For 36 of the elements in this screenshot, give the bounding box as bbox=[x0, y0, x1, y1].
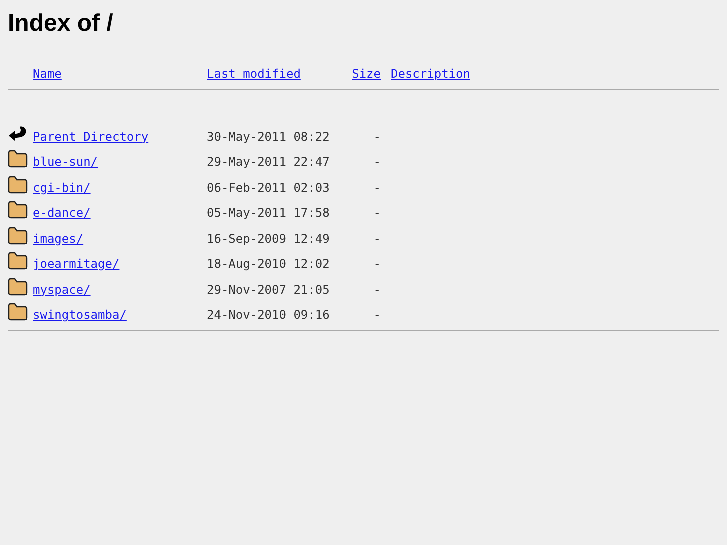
description-column-link[interactable]: Description bbox=[391, 67, 719, 81]
directory-link[interactable]: e-dance/ bbox=[33, 206, 207, 220]
file-size: - bbox=[372, 282, 382, 296]
folder-icon bbox=[8, 278, 28, 296]
folder-icon bbox=[8, 201, 28, 219]
last-modified-column-link[interactable]: Last modified bbox=[207, 67, 327, 81]
size-column-link[interactable]: Size bbox=[352, 67, 381, 81]
folder-icon bbox=[8, 176, 28, 194]
name-column-link[interactable]: Name bbox=[33, 67, 207, 81]
file-size: - bbox=[372, 232, 382, 246]
file-size: - bbox=[372, 257, 382, 271]
folder-icon bbox=[8, 150, 28, 168]
directory-link[interactable]: swingtosamba/ bbox=[33, 308, 207, 322]
file-size: - bbox=[372, 155, 382, 169]
page-title: Index of / bbox=[8, 9, 114, 39]
modified-date: 18-Aug-2010 12:02 bbox=[207, 257, 327, 271]
modified-date: 16-Sep-2009 12:49 bbox=[207, 232, 327, 246]
directory-link[interactable]: Parent Directory bbox=[33, 130, 207, 144]
modified-date: 06-Feb-2011 02:03 bbox=[207, 180, 327, 194]
directory-link[interactable]: blue-sun/ bbox=[33, 155, 207, 169]
modified-date: 29-May-2011 22:47 bbox=[207, 155, 327, 169]
directory-link[interactable]: myspace/ bbox=[33, 282, 207, 296]
file-size: - bbox=[372, 130, 382, 144]
folder-icon bbox=[8, 303, 28, 321]
folder-icon bbox=[8, 252, 28, 270]
modified-date: 29-Nov-2007 21:05 bbox=[207, 282, 327, 296]
file-size: - bbox=[372, 206, 382, 220]
modified-date: 24-Nov-2010 09:16 bbox=[207, 308, 327, 322]
directory-link[interactable]: images/ bbox=[33, 232, 207, 246]
modified-date: 30-May-2011 08:22 bbox=[207, 130, 327, 144]
folder-icon bbox=[8, 226, 28, 244]
file-size: - bbox=[372, 308, 382, 322]
directory-link[interactable]: joearmitage/ bbox=[33, 257, 207, 271]
directory-link[interactable]: cgi-bin/ bbox=[33, 180, 207, 194]
modified-date: 05-May-2011 17:58 bbox=[207, 206, 327, 220]
file-size: - bbox=[372, 180, 382, 194]
